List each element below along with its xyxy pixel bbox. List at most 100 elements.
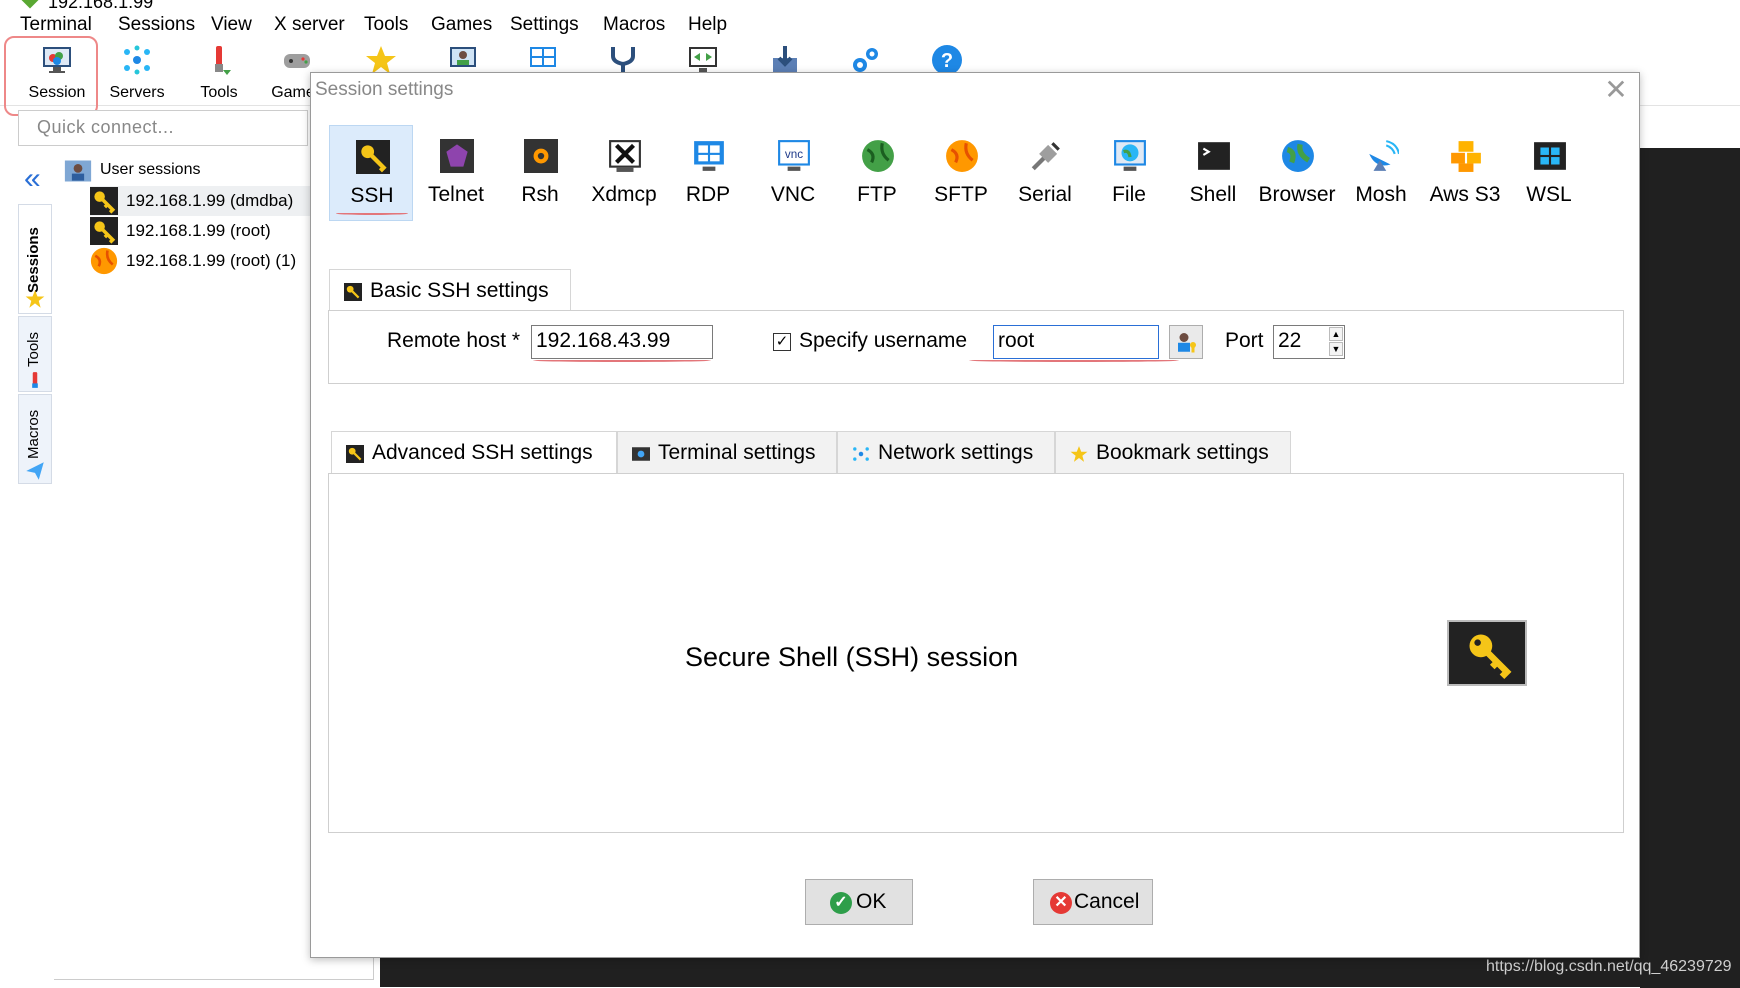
port-up-arrow-icon[interactable]: ▲ (1329, 327, 1343, 341)
tab-label: Terminal settings (658, 441, 816, 464)
protocol-aws-s3[interactable]: Aws S3 (1423, 125, 1507, 221)
sidebar-tabs: « Sessions Tools Macros (14, 160, 54, 490)
tab-sessions[interactable]: Sessions (18, 204, 52, 314)
title-bar: 192.168.1.99 (0, 0, 1740, 12)
user-key-icon (1178, 333, 1196, 353)
tree-item-label: 192.168.1.99 (dmdba) (126, 191, 294, 210)
protocol-telnet[interactable]: Telnet (414, 125, 498, 221)
tab-label: Network settings (878, 441, 1034, 464)
tools-button[interactable]: Tools (180, 42, 258, 106)
menu-terminal[interactable]: Terminal (20, 14, 92, 36)
menu-sessions[interactable]: Sessions (118, 14, 195, 36)
tree-root-label: User sessions (100, 161, 201, 178)
protocol-xdmcp[interactable]: Xdmcp (582, 125, 666, 221)
file-globe-icon (1114, 140, 1146, 171)
servers-button[interactable]: Servers (98, 42, 176, 106)
ok-button[interactable]: ✓ OK (805, 879, 913, 925)
annotation-circle (4, 36, 98, 116)
tab-label: Basic SSH settings (370, 279, 549, 302)
tab-label: Bookmark settings (1096, 441, 1269, 464)
app-icon (21, 0, 39, 9)
tab-tools[interactable]: Tools (18, 316, 52, 392)
ok-button-label: OK (856, 890, 887, 913)
protocol-sftp[interactable]: SFTP (919, 125, 1003, 221)
ssh-key-large-icon (1469, 634, 1512, 680)
protocol-rdp[interactable]: RDP (666, 125, 750, 221)
satellite-dish-icon (1369, 140, 1399, 171)
ssh-key-icon (90, 187, 118, 215)
session-settings-dialog: Session settings ✕ SSH Telnet Rsh Xdmcp … (310, 72, 1640, 958)
protocol-ftp[interactable]: FTP (835, 125, 919, 221)
collapse-sidebar-icon[interactable]: « (24, 164, 41, 194)
menu-help[interactable]: Help (688, 14, 727, 36)
menu-macros[interactable]: Macros (603, 14, 665, 36)
menu-settings[interactable]: Settings (510, 14, 579, 36)
protocol-wsl[interactable]: WSL (1507, 125, 1591, 221)
tab-basic-ssh-settings[interactable]: Basic SSH settings (329, 269, 571, 311)
servers-icon (124, 45, 150, 75)
annotation-underline (336, 212, 408, 215)
paper-plane-icon (26, 462, 44, 480)
protocol-shell[interactable]: Shell (1171, 125, 1255, 221)
star-icon (1070, 446, 1088, 462)
ftp-globe-icon (862, 140, 894, 172)
ssh-key-icon (346, 445, 364, 463)
protocol-ssh[interactable]: SSH (329, 125, 413, 221)
rsh-icon (524, 139, 558, 173)
quick-connect-input[interactable]: Quick connect... (18, 110, 308, 146)
protocol-vnc[interactable]: vnc VNC (751, 125, 835, 221)
telnet-icon (440, 139, 474, 173)
tree-item-label: 192.168.1.99 (root) (1) (126, 251, 297, 270)
protocol-file[interactable]: File (1087, 125, 1171, 221)
gamepad-icon (284, 54, 310, 68)
dialog-title: Session settings (315, 79, 454, 100)
ssh-key-icon (90, 217, 118, 245)
menu-tools[interactable]: Tools (364, 14, 408, 36)
annotation-underline (533, 359, 711, 362)
protocol-serial[interactable]: Serial (1003, 125, 1087, 221)
servers-button-label: Servers (109, 84, 165, 101)
cancel-x-icon: ✕ (1050, 892, 1072, 914)
user-picker-button[interactable] (1169, 325, 1203, 359)
specify-username-checkbox[interactable]: ✓ (773, 333, 791, 351)
vnc-icon: vnc (778, 140, 810, 171)
sftp-globe-icon (946, 140, 978, 172)
tab-bookmark-settings[interactable]: Bookmark settings (1055, 431, 1291, 473)
protocol-label: WSL (1526, 183, 1572, 206)
cancel-button[interactable]: ✕ Cancel (1033, 879, 1153, 925)
aws-s3-cubes-icon (1451, 141, 1481, 172)
protocol-mosh[interactable]: Mosh (1339, 125, 1423, 221)
port-down-arrow-icon[interactable]: ▼ (1329, 342, 1343, 356)
wsl-windows-icon (1534, 142, 1566, 170)
protocol-browser[interactable]: Browser (1255, 125, 1339, 221)
protocol-rsh[interactable]: Rsh (498, 125, 582, 221)
tab-terminal-settings[interactable]: Terminal settings (617, 431, 837, 473)
specify-username-label: Specify username (799, 329, 968, 352)
tab-sessions-label: Sessions (25, 227, 42, 293)
tab-advanced-ssh-settings[interactable]: Advanced SSH settings (331, 431, 617, 473)
watermark: https://blog.csdn.net/qq_46239729 (1486, 958, 1732, 975)
network-icon (853, 447, 869, 461)
advanced-settings-panel: Secure Shell (SSH) session (328, 473, 1624, 833)
serial-plug-icon (1031, 142, 1060, 171)
tree-item-label: 192.168.1.99 (root) (126, 221, 271, 240)
menu-games[interactable]: Games (431, 14, 492, 36)
tab-network-settings[interactable]: Network settings (837, 431, 1055, 473)
menu-xserver[interactable]: X server (274, 14, 345, 36)
tab-label: Advanced SSH settings (372, 441, 593, 464)
remote-host-input[interactable]: 192.168.43.99 (531, 325, 713, 359)
check-icon: ✓ (830, 892, 852, 914)
star-icon (25, 290, 45, 308)
terminal-gear-icon (632, 447, 650, 461)
rdp-icon (694, 141, 724, 171)
sftp-globe-icon (90, 247, 118, 275)
remote-host-label: Remote host * (387, 329, 521, 352)
tab-macros[interactable]: Macros (18, 394, 52, 484)
ssh-key-icon (344, 283, 362, 301)
close-icon[interactable]: ✕ (1601, 75, 1631, 105)
menu-view[interactable]: View (211, 14, 252, 36)
tools-icon (215, 46, 231, 75)
svg-text:vnc: vnc (785, 148, 803, 161)
username-input[interactable]: root (993, 325, 1159, 359)
protocol-description: Secure Shell (SSH) session (685, 642, 1019, 672)
